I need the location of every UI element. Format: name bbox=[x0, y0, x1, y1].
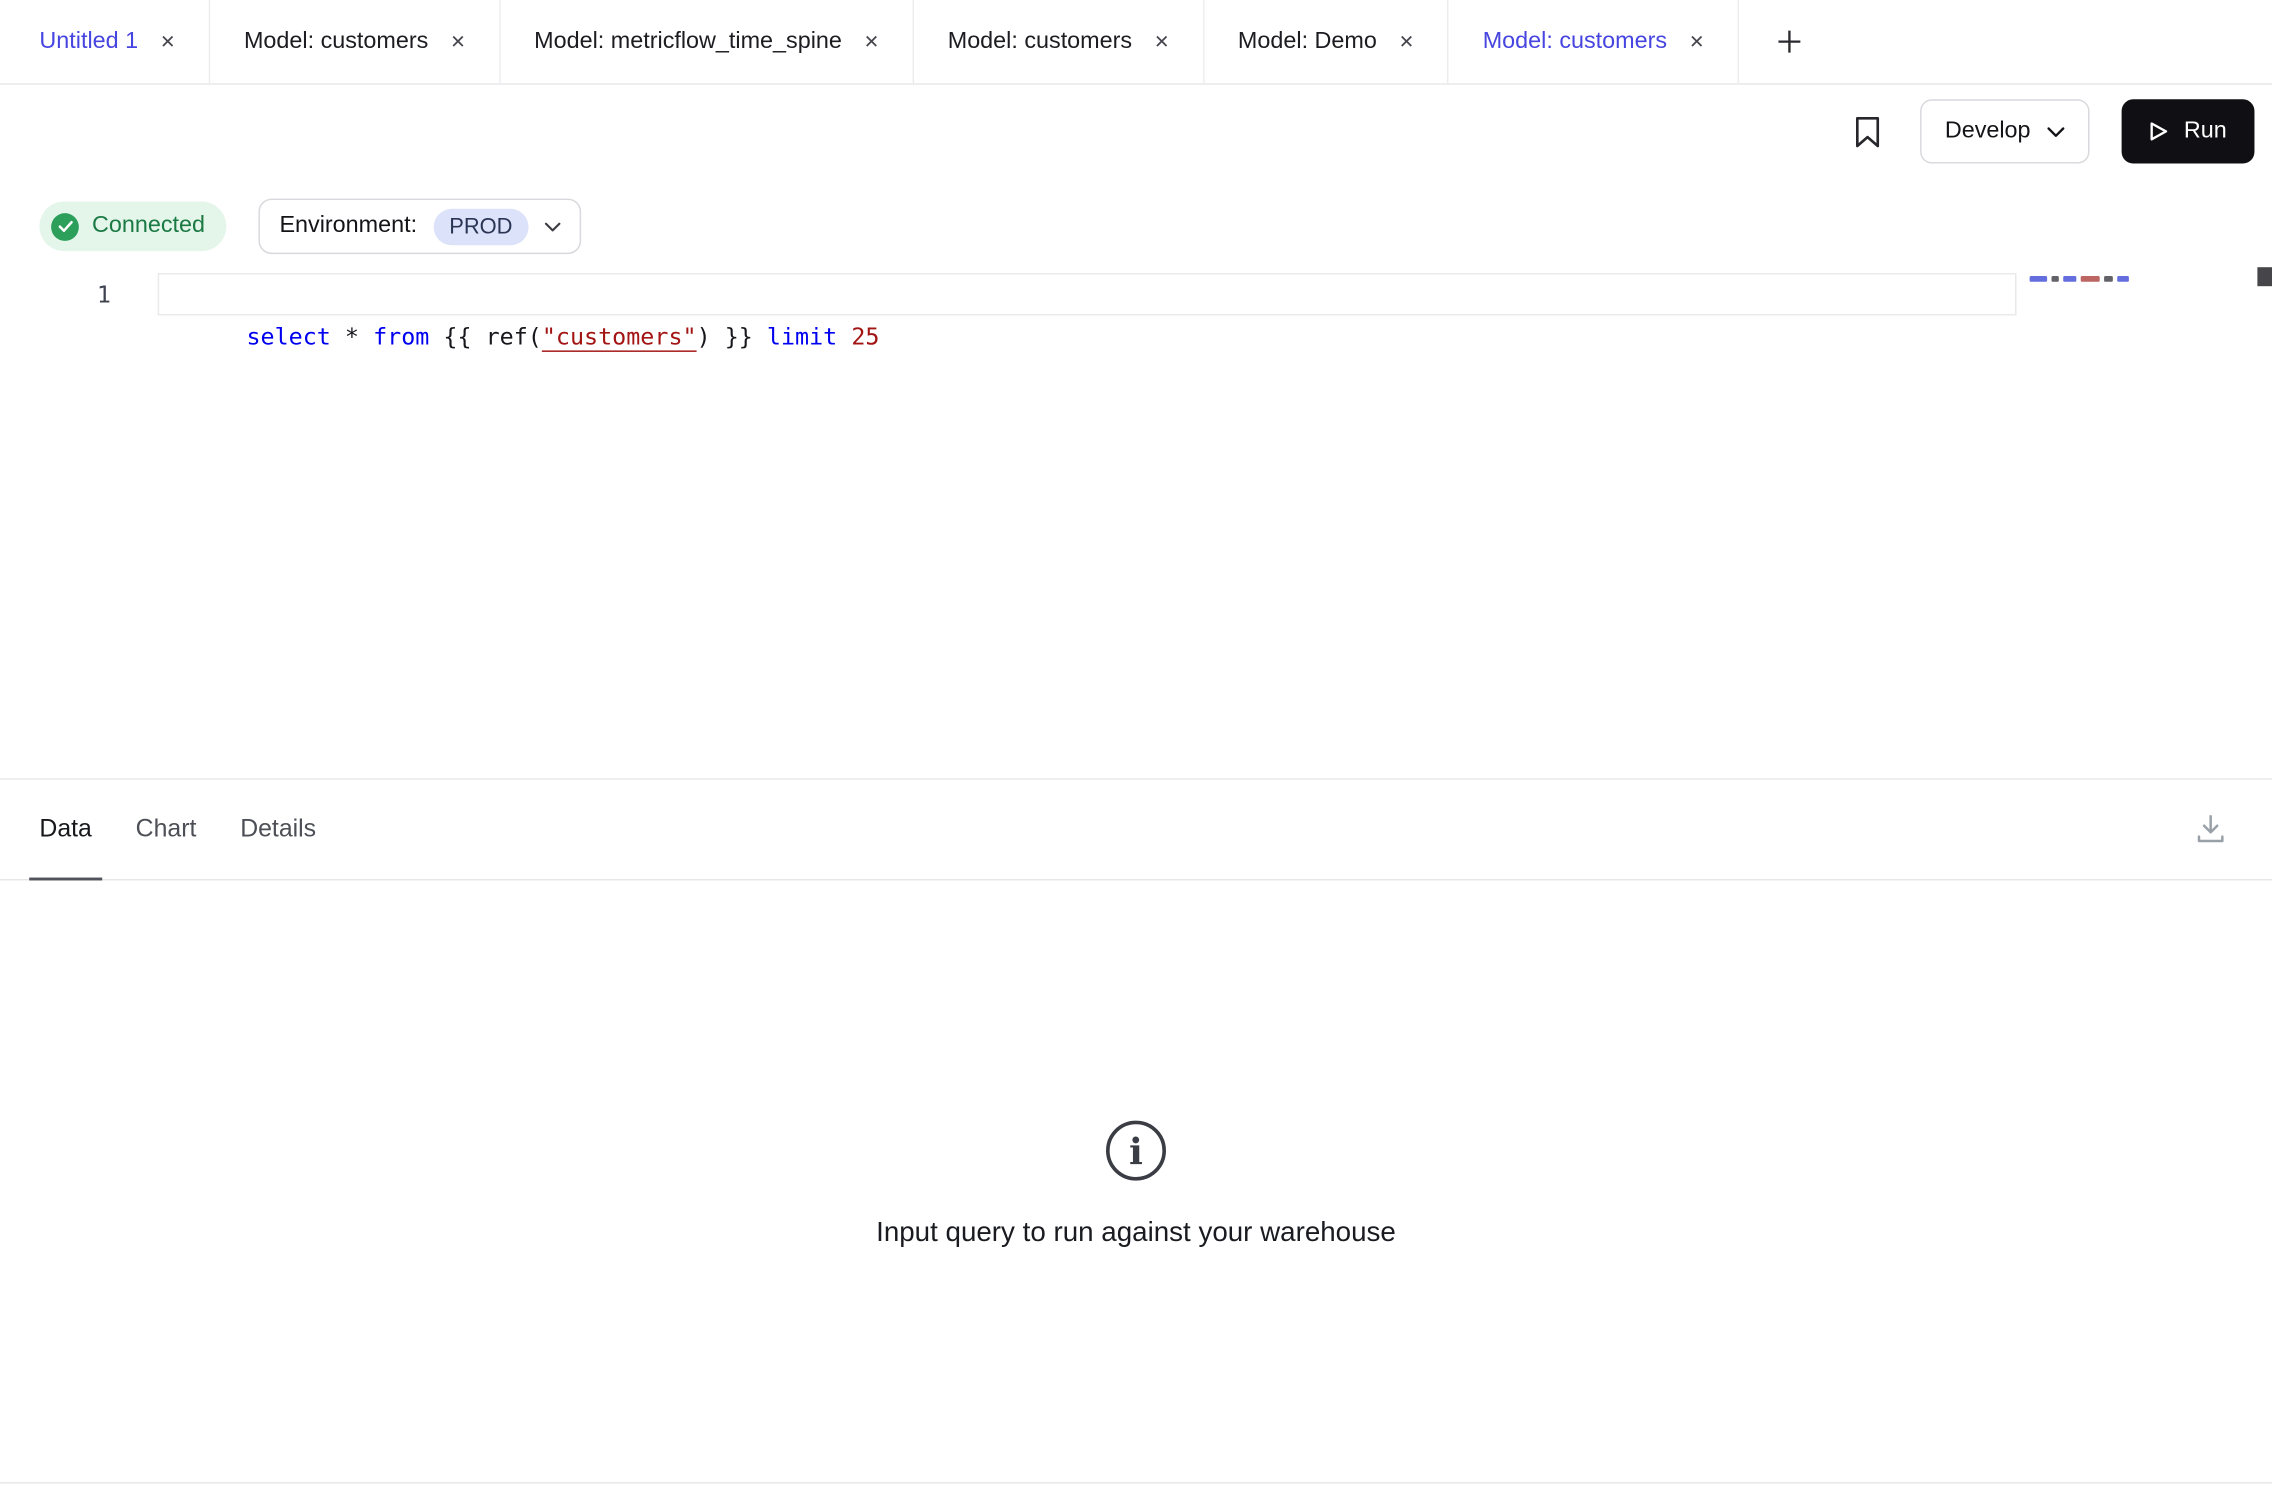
bookmark-icon bbox=[1853, 115, 1882, 149]
results-panel: Data Chart Details i Input query to run … bbox=[0, 778, 2272, 1486]
code-token: ) }} bbox=[697, 323, 767, 351]
code-token: * bbox=[331, 323, 373, 351]
minimap-line-mark bbox=[2104, 276, 2113, 282]
line-number: 1 bbox=[0, 273, 111, 315]
connected-label: Connected bbox=[92, 213, 205, 239]
plus-icon bbox=[1777, 29, 1802, 54]
minimap-line-mark bbox=[2063, 276, 2076, 282]
code-token-keyword: limit bbox=[767, 323, 837, 351]
info-icon: i bbox=[1104, 1118, 1168, 1182]
tab-chart-label: Chart bbox=[136, 814, 197, 843]
code-line[interactable]: select * from {{ ref("customers") }} lim… bbox=[162, 273, 879, 400]
close-tab-icon[interactable]: ✕ bbox=[1689, 33, 1704, 51]
sql-editor[interactable]: 1 select * from {{ ref("customers") }} l… bbox=[0, 267, 2272, 778]
tab-model-metricflow-time-spine[interactable]: Model: metricflow_time_spine ✕ bbox=[501, 0, 915, 83]
environment-value-badge: PROD bbox=[433, 208, 528, 245]
close-tab-icon[interactable]: ✕ bbox=[450, 33, 465, 51]
tab-model-customers-3[interactable]: Model: customers ✕ bbox=[1449, 0, 1739, 83]
run-label: Run bbox=[2184, 118, 2227, 144]
tab-details[interactable]: Details bbox=[230, 780, 326, 881]
minimap-line-mark bbox=[2030, 276, 2048, 282]
chevron-down-icon bbox=[2047, 126, 2065, 136]
tab-data[interactable]: Data bbox=[29, 780, 102, 881]
develop-button[interactable]: Develop bbox=[1920, 99, 2089, 163]
tab-details-label: Details bbox=[240, 814, 316, 843]
tab-label: Model: customers bbox=[244, 28, 428, 54]
bookmark-button[interactable] bbox=[1847, 109, 1888, 154]
app-window: Untitled 1 ✕ Model: customers ✕ Model: m… bbox=[0, 0, 2272, 1486]
tab-model-customers-2[interactable]: Model: customers ✕ bbox=[914, 0, 1204, 83]
empty-state-message: Input query to run against your warehous… bbox=[876, 1218, 1396, 1250]
minimap-line-mark bbox=[2052, 276, 2059, 282]
tab-model-demo[interactable]: Model: Demo ✕ bbox=[1204, 0, 1449, 83]
code-token-keyword: select bbox=[246, 323, 330, 351]
code-token-ref-link[interactable]: "customers" bbox=[542, 323, 697, 351]
run-button[interactable]: Run bbox=[2121, 99, 2254, 163]
tab-label: Model: customers bbox=[948, 28, 1132, 54]
tab-data-label: Data bbox=[39, 814, 91, 843]
code-token: {{ ref( bbox=[429, 323, 542, 351]
tab-label: Model: customers bbox=[1483, 28, 1667, 54]
toolbar: Develop Run bbox=[0, 85, 2272, 178]
play-icon bbox=[2149, 121, 2168, 141]
minimap-line-mark bbox=[2117, 276, 2129, 282]
close-tab-icon[interactable]: ✕ bbox=[1399, 33, 1414, 51]
minimap[interactable] bbox=[2030, 276, 2129, 282]
tab-untitled-1[interactable]: Untitled 1 ✕ bbox=[0, 0, 210, 83]
tab-label: Model: metricflow_time_spine bbox=[534, 28, 842, 54]
environment-selector[interactable]: Environment: PROD bbox=[259, 199, 581, 254]
close-tab-icon[interactable]: ✕ bbox=[864, 33, 879, 51]
scrollbar-mark bbox=[2257, 267, 2272, 286]
tab-label: Untitled 1 bbox=[39, 28, 138, 54]
chevron-down-icon bbox=[545, 221, 561, 231]
status-row: Connected Environment: PROD bbox=[0, 197, 2272, 255]
close-tab-icon[interactable]: ✕ bbox=[1154, 33, 1169, 51]
download-button[interactable] bbox=[2187, 806, 2234, 853]
minimap-line-mark bbox=[2081, 276, 2100, 282]
download-icon bbox=[2193, 812, 2228, 847]
environment-label: Environment: bbox=[279, 213, 417, 239]
results-tab-bar: Data Chart Details bbox=[0, 780, 2272, 881]
connection-status-badge: Connected bbox=[39, 202, 226, 252]
code-token-keyword: from bbox=[373, 323, 429, 351]
close-tab-icon[interactable]: ✕ bbox=[160, 33, 175, 51]
editor-tab-strip: Untitled 1 ✕ Model: customers ✕ Model: m… bbox=[0, 0, 2272, 85]
empty-state: i Input query to run against your wareho… bbox=[0, 1118, 2272, 1249]
tab-model-customers-1[interactable]: Model: customers ✕ bbox=[210, 0, 500, 83]
code-token bbox=[837, 323, 851, 351]
svg-text:i: i bbox=[1129, 1130, 1143, 1173]
check-circle-icon bbox=[51, 212, 79, 240]
tab-chart[interactable]: Chart bbox=[125, 780, 206, 881]
develop-label: Develop bbox=[1945, 118, 2031, 144]
add-tab-button[interactable] bbox=[1769, 20, 1811, 62]
tab-label: Model: Demo bbox=[1238, 28, 1377, 54]
code-token-number: 25 bbox=[851, 323, 879, 351]
